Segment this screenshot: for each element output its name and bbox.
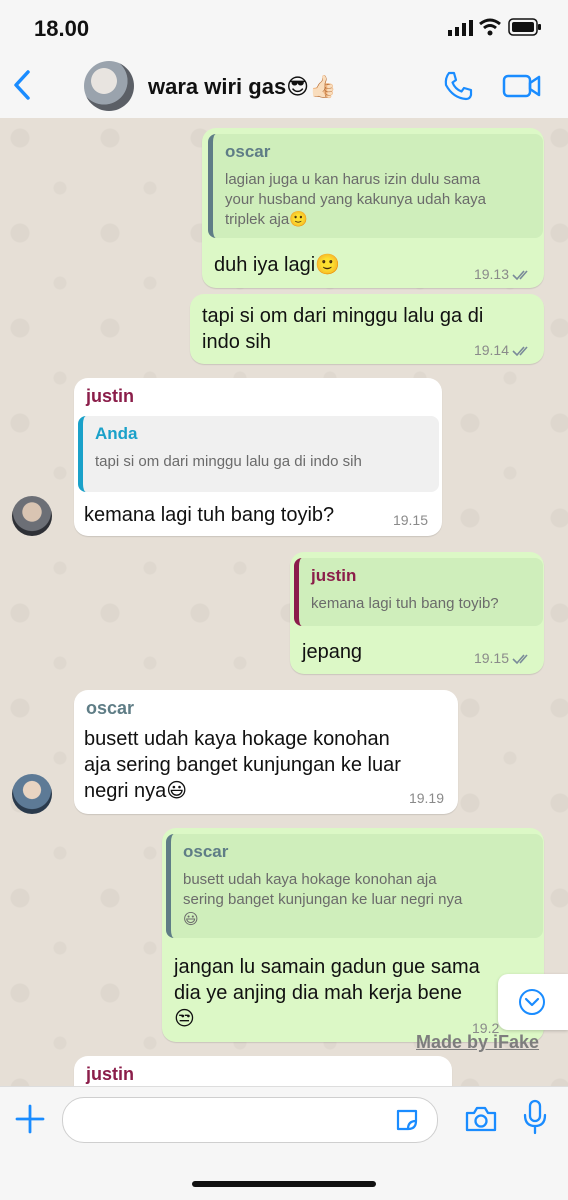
message-text: jepang — [302, 641, 363, 663]
message-bubble-sent[interactable]: tapi si om dari minggu lalu ga di indo s… — [190, 294, 544, 364]
scroll-down-button[interactable] — [498, 974, 568, 1030]
home-indicator — [192, 1181, 376, 1187]
chat-header: wara wiri gas😎👍🏻 — [0, 56, 568, 119]
message-input[interactable] — [62, 1097, 438, 1143]
message-text: jangan lu samain gadun gue sama dia ye a… — [174, 956, 480, 1030]
sticker-icon[interactable] — [394, 1107, 420, 1133]
quote-text: tapi si om dari minggu lalu ga di indo s… — [95, 453, 362, 470]
plus-icon[interactable] — [14, 1103, 46, 1135]
reply-quote[interactable]: justin kemana lagi tuh bang toyib? — [294, 558, 543, 626]
quote-sender: oscar — [225, 142, 271, 161]
message-time: 19.14 — [474, 342, 532, 358]
back-chevron-icon[interactable] — [10, 68, 36, 102]
message-text: tapi si om dari minggu lalu ga di indo s… — [202, 305, 484, 353]
wifi-icon — [479, 18, 501, 36]
message-text: duh iya lagi🙂 — [214, 254, 341, 276]
quote-sender: oscar — [183, 842, 229, 861]
read-ticks-icon — [512, 654, 528, 665]
message-text: busett udah kaya hokage konohan aja seri… — [84, 728, 401, 802]
message-bubble-received[interactable]: oscar busett udah kaya hokage konohan aj… — [74, 690, 458, 814]
group-name[interactable]: wara wiri gas😎👍🏻 — [148, 74, 337, 100]
scroll-down-icon — [519, 989, 545, 1015]
read-ticks-icon — [512, 346, 528, 357]
signal-icon — [448, 20, 473, 36]
message-bubble-received[interactable]: justin — [74, 1056, 452, 1086]
status-time: 18.00 — [34, 16, 90, 41]
message-bubble-received[interactable]: justin Anda tapi si om dari minggu lalu … — [74, 378, 442, 536]
reply-quote[interactable]: oscar lagian juga u kan harus izin dulu … — [208, 134, 543, 238]
status-bar: 18.00 — [0, 0, 568, 56]
message-time: 19.15 — [392, 512, 428, 528]
group-avatar[interactable] — [84, 61, 134, 111]
battery-icon — [508, 18, 541, 36]
message-bubble-sent[interactable]: oscar lagian juga u kan harus izin dulu … — [202, 128, 544, 288]
video-icon[interactable] — [502, 72, 542, 100]
camera-icon[interactable] — [464, 1105, 498, 1133]
message-sender: justin — [86, 386, 134, 406]
input-bar — [0, 1086, 568, 1200]
quote-text: lagian juga u kan harus izin dulu sama y… — [225, 171, 487, 228]
quote-sender: justin — [311, 566, 357, 585]
message-bubble-sent[interactable]: oscar busett udah kaya hokage konohan aj… — [162, 828, 544, 1042]
avatar-oscar[interactable] — [12, 774, 52, 814]
reply-quote[interactable]: oscar busett udah kaya hokage konohan aj… — [166, 834, 543, 938]
avatar-justin[interactable] — [12, 496, 52, 536]
message-text: kemana lagi tuh bang toyib? — [84, 504, 335, 526]
message-bubble-sent[interactable]: justin kemana lagi tuh bang toyib? jepan… — [290, 552, 544, 674]
quote-sender: Anda — [95, 424, 138, 443]
quote-text: kemana lagi tuh bang toyib? — [311, 595, 499, 612]
message-time: 19.19 — [408, 790, 444, 806]
message-time: 19.15 — [474, 650, 532, 666]
chat-area[interactable]: oscar lagian juga u kan harus izin dulu … — [0, 118, 568, 1086]
message-sender: justin — [86, 1064, 134, 1084]
mic-icon[interactable] — [522, 1099, 548, 1135]
message-sender: oscar — [86, 698, 135, 718]
message-time: 19.13 — [474, 266, 532, 282]
quote-text: busett udah kaya hokage konohan aja seri… — [183, 871, 463, 928]
watermark: Made by iFake — [416, 1032, 540, 1052]
phone-icon[interactable] — [442, 70, 474, 102]
reply-quote[interactable]: Anda tapi si om dari minggu lalu ga di i… — [78, 416, 439, 492]
read-ticks-icon — [512, 270, 528, 281]
